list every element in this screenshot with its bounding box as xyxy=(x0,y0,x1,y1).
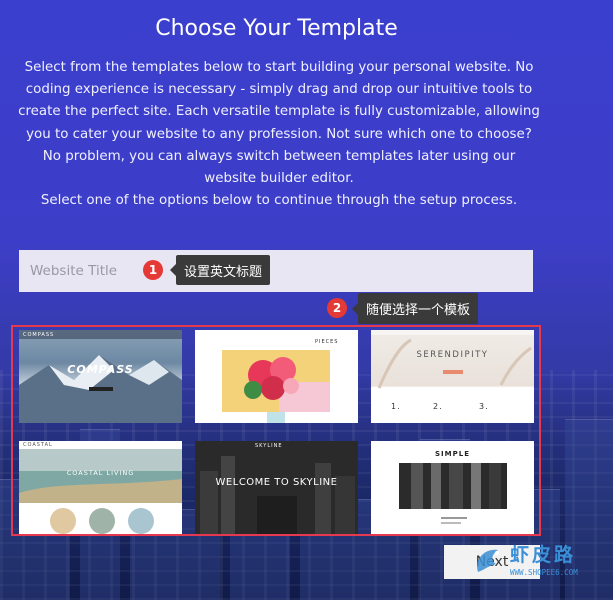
template-logo: SKYLINE xyxy=(255,443,283,449)
description-line: you to cater your website to any profess… xyxy=(26,126,532,142)
template-name: SIMPLE xyxy=(435,450,470,458)
annotation-number-badge: 2 xyxy=(327,298,347,318)
annotation-tooltip: 随便选择一个模板 xyxy=(351,293,479,324)
template-logo: COMPASS xyxy=(23,332,55,338)
description-line: create the perfect site. Each versatile … xyxy=(18,104,540,120)
watermark-text: 虾皮路 xyxy=(510,544,577,566)
template-logo: PIECES xyxy=(315,339,339,345)
page-title: Choose Your Template xyxy=(155,16,398,41)
template-card-compass[interactable]: COMPASS COMPASS xyxy=(19,330,182,423)
template-card-serendipity[interactable]: SERENDIPITY 1. 2. 3. xyxy=(371,330,534,423)
page-description: Select from the templates below to start… xyxy=(14,57,544,212)
description-line: website builder editor. xyxy=(204,171,354,187)
template-card-skyline[interactable]: SKYLINE WELCOME TO SKYLINE xyxy=(195,441,358,534)
description-line: Select one of the options below to conti… xyxy=(40,193,518,209)
template-step-number: 1. xyxy=(391,402,401,411)
watermark-url: WWW.SHOPEE6.COM xyxy=(510,568,578,577)
annotation-number-badge: 1 xyxy=(143,260,163,280)
mountain-image xyxy=(19,330,182,423)
template-card-coastal[interactable]: COASTAL COASTAL LIVING xyxy=(19,441,182,534)
template-card-simple[interactable]: SIMPLE xyxy=(371,441,534,534)
coast-image xyxy=(19,441,182,534)
template-hero-text: WELCOME TO SKYLINE xyxy=(215,477,338,488)
template-name: SERENDIPITY xyxy=(416,350,489,360)
description-line: No problem, you can always switch betwee… xyxy=(42,148,516,164)
template-hero-text: COASTAL LIVING xyxy=(66,469,135,477)
template-step-number: 3. xyxy=(479,402,489,411)
template-name: COMPASS xyxy=(67,363,134,376)
template-card-pieces[interactable]: PIECES xyxy=(195,330,358,423)
website-title-input[interactable]: Website Title xyxy=(19,250,533,292)
template-step-number: 2. xyxy=(433,402,443,411)
website-title-placeholder: Website Title xyxy=(30,263,118,279)
description-line: Select from the templates below to start… xyxy=(24,60,534,75)
description-line: coding experience is necessary - simply … xyxy=(25,82,533,98)
watermark: 虾皮路 WWW.SHOPEE6.COM xyxy=(470,538,600,588)
annotation-tooltip: 设置英文标题 xyxy=(169,255,271,285)
template-logo: COASTAL xyxy=(23,442,53,448)
shrimp-logo-icon xyxy=(477,549,499,572)
